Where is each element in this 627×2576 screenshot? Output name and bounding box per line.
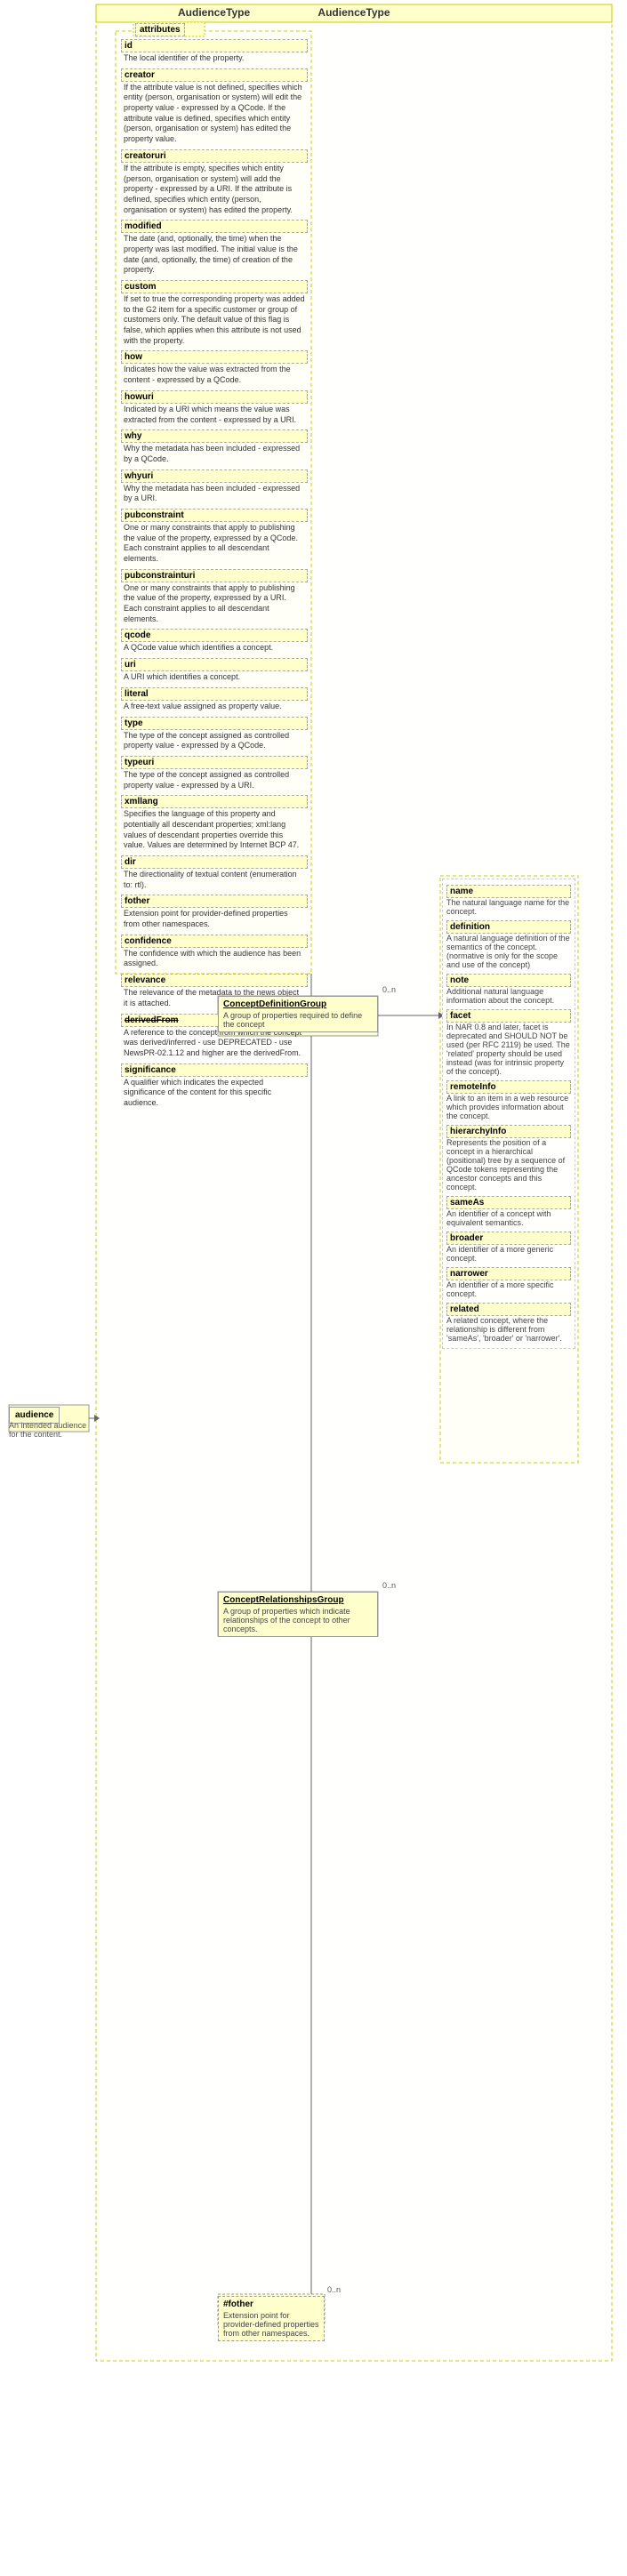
- concept-relationships-group-box: ConceptRelationshipsGroup A group of pro…: [218, 1592, 378, 1637]
- attr-creator: creator If the attribute value is not de…: [121, 68, 308, 146]
- attr-howuri: howuri Indicated by a URI which means th…: [121, 390, 308, 426]
- fother-bottom-title: #fother: [223, 2299, 319, 2309]
- attr-type: type The type of the concept assigned as…: [121, 717, 308, 752]
- diagram-container: AudienceType AudienceType attributes id …: [0, 0, 627, 2576]
- attr-custom: custom If set to true the corresponding …: [121, 280, 308, 347]
- attr-fother-ref: fother Extension point for provider-defi…: [121, 895, 308, 930]
- concept-definition-group-title: ConceptDefinitionGroup: [223, 999, 373, 1009]
- child-sameas: sameAs An identifier of a concept with e…: [446, 1196, 571, 1227]
- diagram-title-centered: AudienceType: [96, 6, 612, 19]
- fother-bottom-box: #fother Extension point for provider-def…: [218, 2296, 325, 2341]
- concept-relationships-group-multiplicity: 0..n: [382, 1581, 396, 1590]
- concept-definition-group-desc: A group of properties required to define…: [223, 1011, 373, 1029]
- concept-definition-group-box: ConceptDefinitionGroup A group of proper…: [218, 996, 378, 1032]
- child-broader: broader An identifier of a more generic …: [446, 1232, 571, 1263]
- concept-relationships-group-desc: A group of properties which indicate rel…: [223, 1607, 373, 1633]
- attr-dir: dir The directionality of textual conten…: [121, 855, 308, 891]
- child-remoteinfo: remoteInfo A link to an item in a web re…: [446, 1080, 571, 1120]
- child-facet: facet In NAR 0.8 and later, facet is dep…: [446, 1009, 571, 1076]
- attr-confidence: confidence The confidence with which the…: [121, 935, 308, 970]
- concept-relationships-group-title: ConceptRelationshipsGroup: [223, 1595, 373, 1605]
- attr-modified: modified The date (and, optionally, the …: [121, 220, 308, 277]
- attr-pubconstraint: pubconstraint One or many constraints th…: [121, 509, 308, 566]
- attr-qcode: qcode A QCode value which identifies a c…: [121, 629, 308, 654]
- child-note: note Additional natural language informa…: [446, 974, 571, 1005]
- child-related: related A related concept, where the rel…: [446, 1303, 571, 1343]
- attr-creatoruri: creatoruri If the attribute is empty, sp…: [121, 149, 308, 216]
- attr-uri: uri A URI which identifies a concept.: [121, 658, 308, 684]
- attr-whyuri: whyuri Why the metadata has been include…: [121, 469, 308, 505]
- child-hierarchyinfo: hierarchyInfo Represents the position of…: [446, 1125, 571, 1192]
- attr-how: how Indicates how the value was extracte…: [121, 350, 308, 386]
- attr-pubconstrainturi: pubconstrainturi One or many constraints…: [121, 569, 308, 626]
- attr-typeuri: typeuri The type of the concept assigned…: [121, 756, 308, 791]
- child-definition: definition A natural language definition…: [446, 920, 571, 969]
- concept-definition-children: name The natural language name for the c…: [442, 879, 575, 1349]
- attr-significance: significance A qualifier which indicates…: [121, 1063, 308, 1110]
- attr-xmllang: xmllang Specifies the language of this p…: [121, 795, 308, 852]
- attr-literal: literal A free-text value assigned as pr…: [121, 687, 308, 713]
- audience-desc: An intended audience for the content.: [9, 1421, 89, 1439]
- child-narrower: narrower An identifier of a more specifi…: [446, 1267, 571, 1298]
- attr-id: id The local identifier of the property.: [121, 39, 308, 65]
- fother-bottom-desc: Extension point for provider-defined pro…: [223, 2311, 319, 2338]
- fother-bottom-multiplicity: 0..n: [327, 2285, 341, 2294]
- child-name: name The natural language name for the c…: [446, 885, 571, 916]
- concept-definition-group-multiplicity: 0..n: [382, 985, 396, 994]
- attr-why: why Why the metadata has been included -…: [121, 429, 308, 465]
- attributes-container: id The local identifier of the property.…: [117, 34, 311, 1115]
